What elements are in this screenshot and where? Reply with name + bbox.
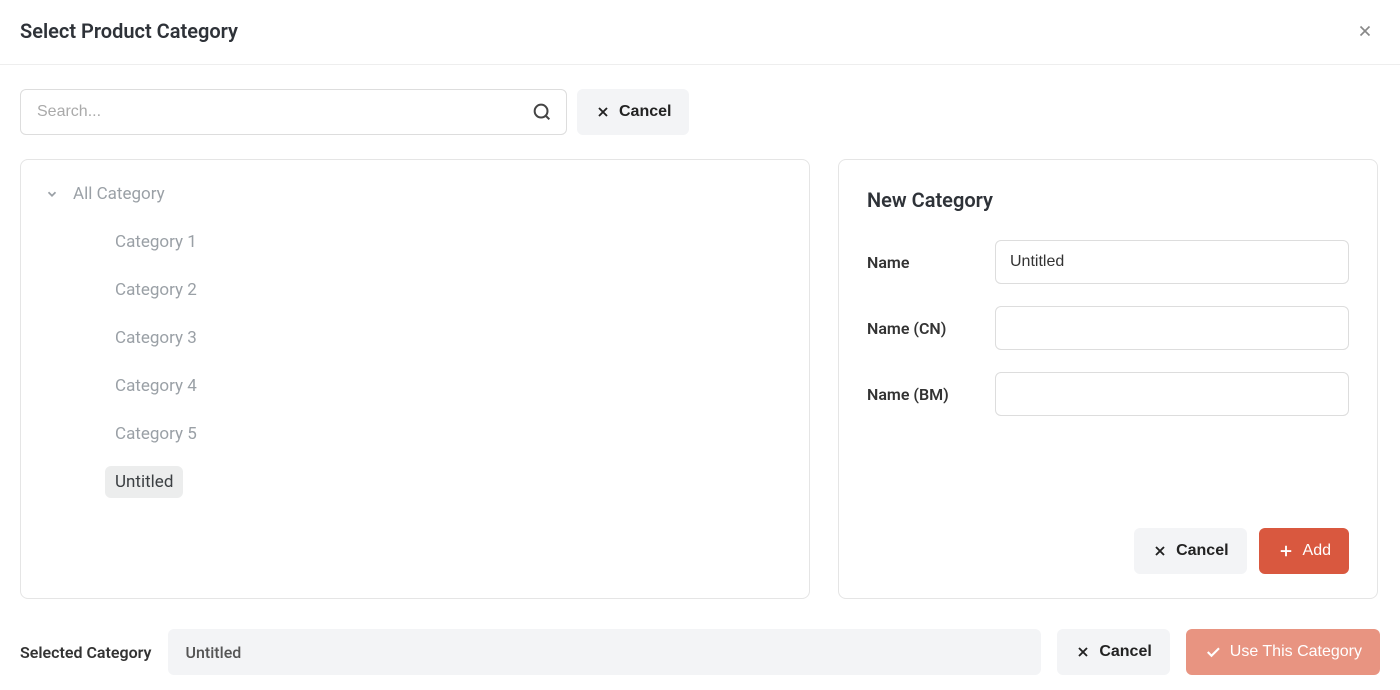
- tree-item-label: Category 3: [105, 322, 207, 354]
- tree-item[interactable]: Category 4: [45, 366, 785, 414]
- tree-item[interactable]: Category 3: [45, 318, 785, 366]
- name-input[interactable]: [995, 240, 1349, 284]
- search-cancel-button[interactable]: Cancel: [577, 89, 689, 135]
- tree-item-label: Category 5: [105, 418, 207, 450]
- button-label: Cancel: [1176, 542, 1228, 560]
- selected-category-label: Selected Category: [20, 643, 152, 662]
- category-tree-panel: All Category Category 1 Category 2 Categor…: [20, 159, 810, 599]
- name-label: Name: [867, 253, 979, 272]
- close-icon: [1075, 644, 1091, 660]
- check-icon: [1204, 643, 1222, 661]
- close-icon: [1356, 22, 1374, 40]
- name-bm-label: Name (BM): [867, 385, 979, 404]
- tree-root[interactable]: All Category: [45, 184, 785, 204]
- name-cn-input[interactable]: [995, 306, 1349, 350]
- panel-title: New Category: [867, 188, 1349, 212]
- name-bm-input[interactable]: [995, 372, 1349, 416]
- button-label: Add: [1303, 542, 1331, 560]
- close-icon: [1152, 543, 1168, 559]
- add-category-button[interactable]: Add: [1259, 528, 1349, 574]
- name-cn-label: Name (CN): [867, 319, 979, 338]
- search-icon: [531, 101, 553, 123]
- button-label: Cancel: [619, 103, 671, 121]
- selected-category-value: Untitled: [186, 643, 242, 662]
- button-label: Cancel: [1099, 643, 1151, 661]
- close-icon: [595, 104, 611, 120]
- tree-item[interactable]: Category 2: [45, 270, 785, 318]
- tree-item[interactable]: Category 1: [45, 222, 785, 270]
- new-category-cancel-button[interactable]: Cancel: [1134, 528, 1246, 574]
- search-button[interactable]: [525, 95, 559, 129]
- plus-icon: [1277, 542, 1295, 560]
- chevron-down-icon: [45, 187, 59, 201]
- tree-item[interactable]: Untitled: [45, 462, 785, 510]
- close-button[interactable]: [1352, 18, 1378, 44]
- new-category-panel: New Category Name Name (CN) Name (BM) Ca…: [838, 159, 1378, 599]
- use-this-category-button[interactable]: Use This Category: [1186, 629, 1380, 675]
- tree-item-label: Category 2: [105, 274, 207, 306]
- tree-item-label: Category 1: [105, 226, 207, 258]
- search-input[interactable]: [20, 89, 567, 135]
- dialog-title: Select Product Category: [20, 19, 238, 43]
- tree-item[interactable]: Category 5: [45, 414, 785, 462]
- tree-item-label: Untitled: [105, 466, 183, 498]
- footer-cancel-button[interactable]: Cancel: [1057, 629, 1169, 675]
- tree-item-label: Category 4: [105, 370, 207, 402]
- tree-root-label: All Category: [73, 184, 165, 204]
- selected-category-pill: Untitled: [168, 629, 1042, 675]
- button-label: Use This Category: [1230, 643, 1362, 661]
